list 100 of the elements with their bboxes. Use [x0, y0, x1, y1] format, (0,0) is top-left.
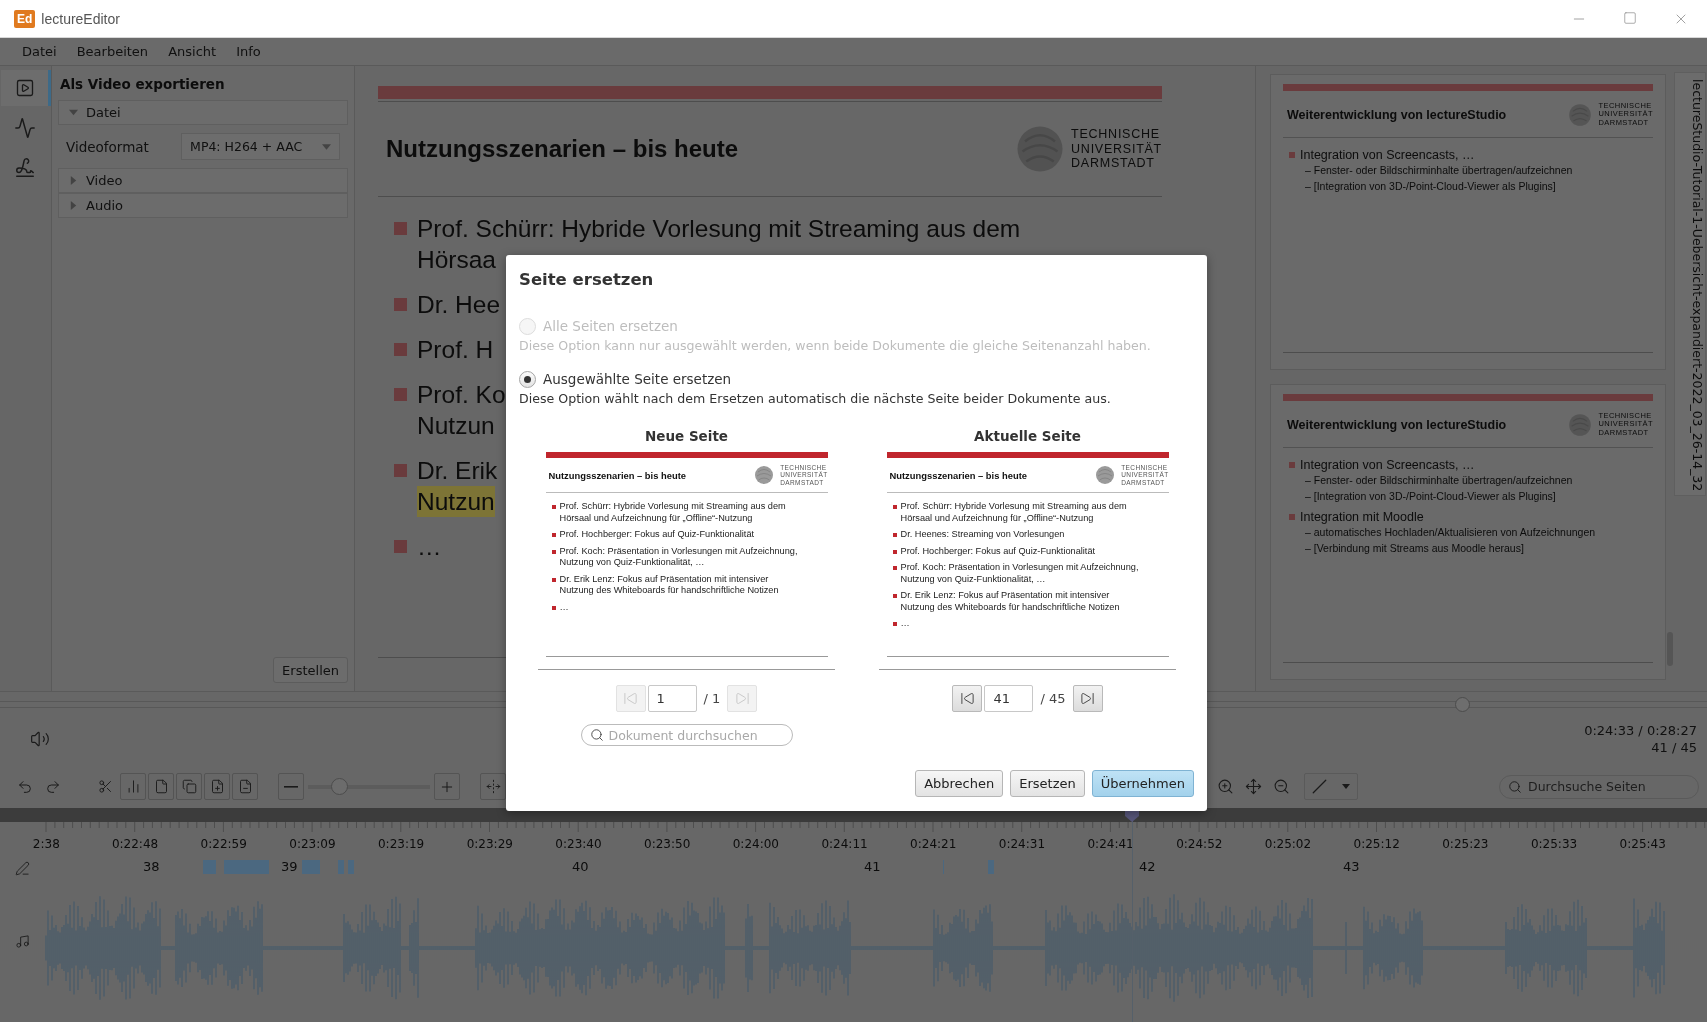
bullet-text: Integration von Screencasts, … [1300, 148, 1475, 162]
bullet-icon [394, 464, 407, 477]
skip-back-icon [623, 691, 639, 706]
bullet-text: Dr. Heenes: Streaming von Vorlesungen [900, 529, 1065, 541]
copy-button[interactable] [176, 773, 202, 800]
bullet-icon [1289, 514, 1295, 520]
page-marker[interactable]: 40 [572, 859, 589, 874]
minus-icon [284, 785, 298, 788]
document-tab[interactable]: lectureStudio-Tutorial-1-Uebersicht-expandiert-2022_03_26-14_32 [1674, 72, 1706, 496]
logo-text: TECHNISCHE UNIVERSITÄT DARMSTADT [1071, 127, 1162, 171]
menu-item[interactable]: Bearbeiten [76, 44, 149, 59]
split-icon [485, 779, 501, 794]
line-icon [1312, 779, 1328, 794]
annotation-marker[interactable] [203, 860, 216, 874]
annotation-marker[interactable] [302, 860, 320, 874]
time-tick: 0:23:29 [465, 837, 514, 851]
maximize-icon[interactable] [1623, 10, 1637, 25]
thumbnail-title: Weiterentwicklung von lectureStudio [1286, 107, 1507, 122]
tool-button[interactable] [1, 70, 51, 106]
search-icon [1508, 779, 1522, 794]
emblem-icon [1095, 465, 1116, 485]
emblem-icon [1568, 412, 1593, 437]
page-marker[interactable]: 38 [143, 859, 160, 874]
slide-thumbnail[interactable] [1270, 384, 1666, 680]
annotation-marker[interactable] [338, 860, 344, 874]
scissors-icon [97, 779, 113, 794]
radio-button[interactable] [519, 370, 536, 388]
time-tick: 0:25:33 [1529, 837, 1579, 851]
split-button[interactable] [480, 773, 506, 800]
annotation-marker[interactable] [348, 860, 354, 874]
annotation-marker[interactable] [988, 860, 994, 874]
seek-thumb[interactable] [1455, 697, 1471, 712]
dialog-button[interactable]: Ersetzen [1010, 770, 1085, 797]
insert-page-button[interactable] [204, 773, 230, 800]
create-button[interactable]: Erstellen [273, 657, 348, 683]
section-header[interactable]: Datei [58, 100, 348, 125]
search-field[interactable]: Durchsuche Seiten [1499, 774, 1699, 799]
bullet-icon [1289, 462, 1295, 468]
page-input[interactable]: 1 [647, 685, 697, 712]
menu-item[interactable]: Datei [22, 44, 57, 59]
remove-page-button[interactable] [232, 773, 258, 800]
signature-icon [13, 157, 36, 179]
annotation-marker[interactable] [224, 860, 269, 874]
file-minus-icon [237, 779, 253, 794]
bullet-icon [551, 577, 556, 582]
bullet-text: … [900, 618, 910, 630]
bullet-icon [551, 505, 556, 509]
bullet-icon [394, 343, 407, 356]
menu-item[interactable]: Ansicht [168, 44, 217, 59]
time-tick: 0:24:52 [1175, 837, 1224, 851]
bullet-text: Dr. Erik [417, 456, 498, 486]
page-input[interactable]: 41 [984, 685, 1034, 712]
bullet-text: Integration von Screencasts, … [1300, 458, 1475, 472]
bullet-text: Dr. Hee [417, 290, 501, 320]
bullet-icon [892, 549, 897, 554]
page-marker[interactable]: 43 [1343, 859, 1360, 874]
file-plus-icon [209, 779, 225, 794]
section-header[interactable]: Audio [58, 193, 348, 218]
first-page-button[interactable] [952, 685, 983, 712]
bullet-text: Prof. Schürr: Hybride Vorlesung mit Streaming aus dem [417, 214, 1021, 244]
time-tick: 0:23:09 [288, 837, 337, 851]
last-page-button[interactable] [1072, 685, 1103, 712]
section-header[interactable]: Video [58, 168, 348, 193]
sub-bullet-text: – Fenster- oder Bildschirminhalte übertragen/aufzeichnen [1304, 163, 1574, 178]
page-marker[interactable]: 42 [1139, 859, 1156, 874]
time-tick: 0:22:59 [199, 837, 248, 851]
caret-icon [322, 143, 331, 150]
caret-icon [1341, 784, 1350, 789]
apply-button[interactable]: Übernehmen [1091, 770, 1194, 797]
bullet-text: Prof. Koch: Präsentation in Vorlesungen mit Aufzeichnung, Nutzung von Quiz-Funktionalität, … [900, 562, 1139, 585]
volume-icon[interactable] [30, 729, 50, 749]
preview-heading: Neue Seite [644, 427, 728, 446]
bullet-text: Prof. Hochberger: Fokus auf Quiz-Funktionalität [559, 529, 755, 541]
dialog-button[interactable]: Abbrechen [915, 770, 1004, 797]
bullet-text: Nutzun [417, 486, 495, 517]
zoom-out-button[interactable] [278, 773, 304, 800]
caret-icon [69, 108, 78, 117]
chart-button[interactable] [120, 773, 146, 800]
page-counter: 41 / 45 [1651, 740, 1697, 755]
page-marker[interactable]: 41 [864, 859, 881, 874]
slide-thumbnail[interactable] [1270, 74, 1666, 370]
pen-dropdown[interactable] [1304, 773, 1358, 800]
zoom-thumb[interactable] [331, 778, 349, 795]
page-marker[interactable]: 39 [281, 859, 298, 874]
menu-item[interactable]: Info [236, 44, 261, 59]
format-dropdown[interactable]: MP4: H264 + AAC [181, 133, 340, 160]
play-icon [14, 78, 35, 98]
search-field[interactable]: Dokument durchsuchen [580, 724, 793, 746]
time-tick: 0:23:40 [554, 837, 603, 851]
bullet-text: Prof. Koch: Präsentation in Vorlesungen mit Aufzeichnung, Nutzung von Quiz-Funktionalität, … [559, 545, 798, 569]
bullet-text: Nutzun [417, 411, 495, 441]
zoom-in-button[interactable] [434, 773, 460, 800]
field-label: Videoformat [66, 138, 150, 155]
bullet-icon [551, 549, 556, 554]
page-button[interactable] [148, 773, 174, 800]
bullet-icon [394, 222, 407, 235]
bullet-text: Integration mit Moodle [1300, 510, 1424, 524]
bullet-icon [892, 533, 897, 537]
option-description: Diese Option kann nur ausgewählt werden, wenn beide Dokumente die gleiche Seitenanzahl haben. [519, 337, 1152, 355]
option-label[interactable]: Ausgewählte Seite ersetzen [543, 371, 732, 387]
